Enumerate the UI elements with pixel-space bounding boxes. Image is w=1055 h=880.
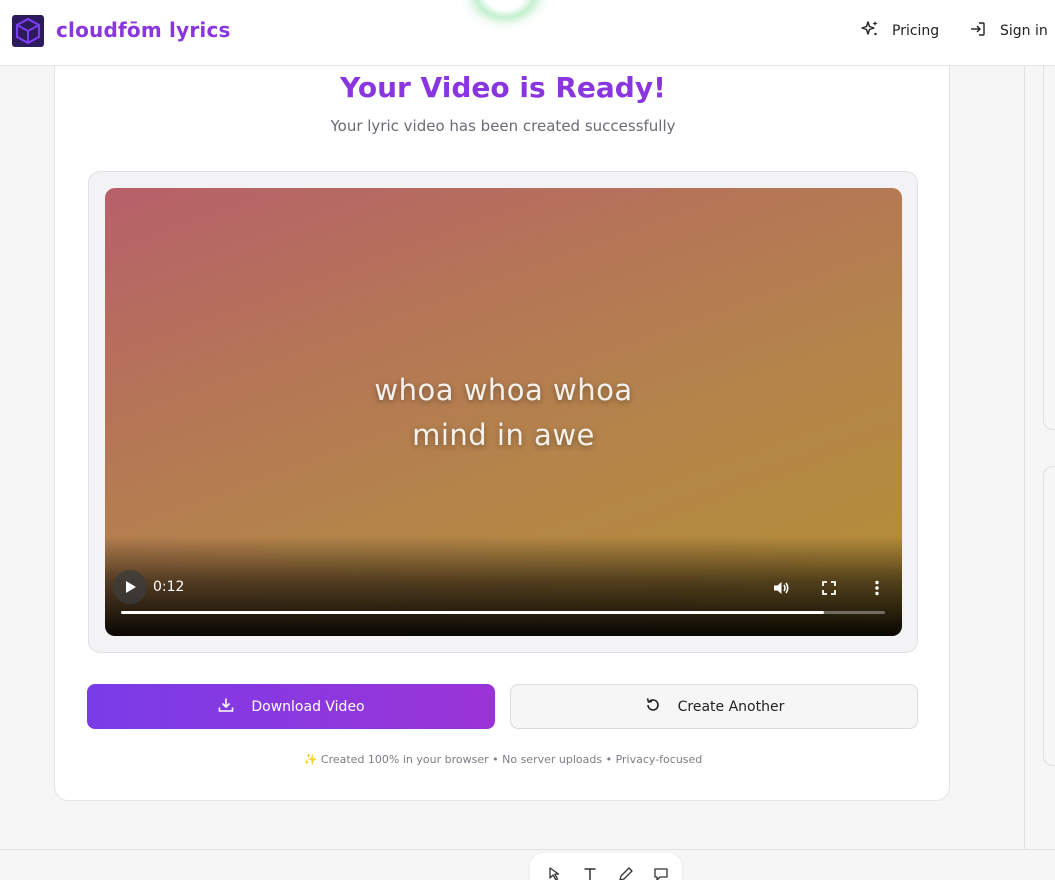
- video-player[interactable]: whoa whoa whoa mind in awe 0:12: [105, 188, 902, 636]
- page-title: Your Video is Ready!: [340, 71, 666, 104]
- nav-sign-in-label: Sign in: [1000, 23, 1048, 39]
- privacy-note: ✨ Created 100% in your browser • No serv…: [303, 753, 703, 766]
- right-side-panel: [1024, 56, 1055, 850]
- pen-icon[interactable]: [617, 865, 635, 880]
- text-icon[interactable]: [581, 865, 599, 880]
- comment-icon[interactable]: [652, 865, 670, 880]
- video-frame: whoa whoa whoa mind in awe 0:12: [88, 171, 918, 653]
- logo-icon[interactable]: [12, 15, 44, 47]
- result-card: Your Video is Ready! Your lyric video ha…: [54, 40, 950, 801]
- volume-icon[interactable]: [771, 578, 791, 598]
- fullscreen-icon[interactable]: [819, 578, 839, 598]
- create-another-label: Create Another: [677, 698, 785, 715]
- annotation-toolbar: [530, 853, 682, 880]
- progress-fill: [121, 611, 824, 614]
- side-panel-card: [1043, 466, 1055, 766]
- bottom-bar: [0, 849, 1055, 880]
- nav-pricing-label: Pricing: [892, 23, 940, 39]
- download-video-label: Download Video: [251, 698, 365, 715]
- lyrics-line: whoa whoa whoa: [374, 373, 633, 407]
- play-icon: [126, 581, 136, 593]
- nav-sign-in[interactable]: Sign in: [968, 20, 1048, 42]
- refresh-icon: [644, 696, 662, 718]
- nav-pricing[interactable]: Pricing: [860, 20, 939, 42]
- lyrics-line: mind in awe: [412, 418, 595, 452]
- lyrics-text: whoa whoa whoa mind in awe: [105, 368, 902, 458]
- side-panel-card: [1043, 56, 1055, 430]
- top-header: cloudfōm lyrics Pricing Sign in: [0, 0, 1055, 66]
- download-video-button[interactable]: Download Video: [87, 684, 495, 729]
- select-icon[interactable]: [545, 865, 563, 880]
- progress-bar[interactable]: [121, 611, 885, 614]
- create-another-button[interactable]: Create Another: [510, 684, 918, 729]
- more-options-icon[interactable]: [867, 578, 887, 598]
- sparkles-icon: [860, 19, 880, 43]
- play-button[interactable]: [113, 570, 147, 604]
- current-time: 0:12: [153, 579, 185, 595]
- download-icon: [217, 696, 235, 718]
- page-subtitle: Your lyric video has been created succes…: [330, 117, 676, 135]
- sign-in-icon: [968, 19, 988, 43]
- glow-decoration: [460, 0, 550, 30]
- brand-name[interactable]: cloudfōm lyrics: [56, 18, 231, 42]
